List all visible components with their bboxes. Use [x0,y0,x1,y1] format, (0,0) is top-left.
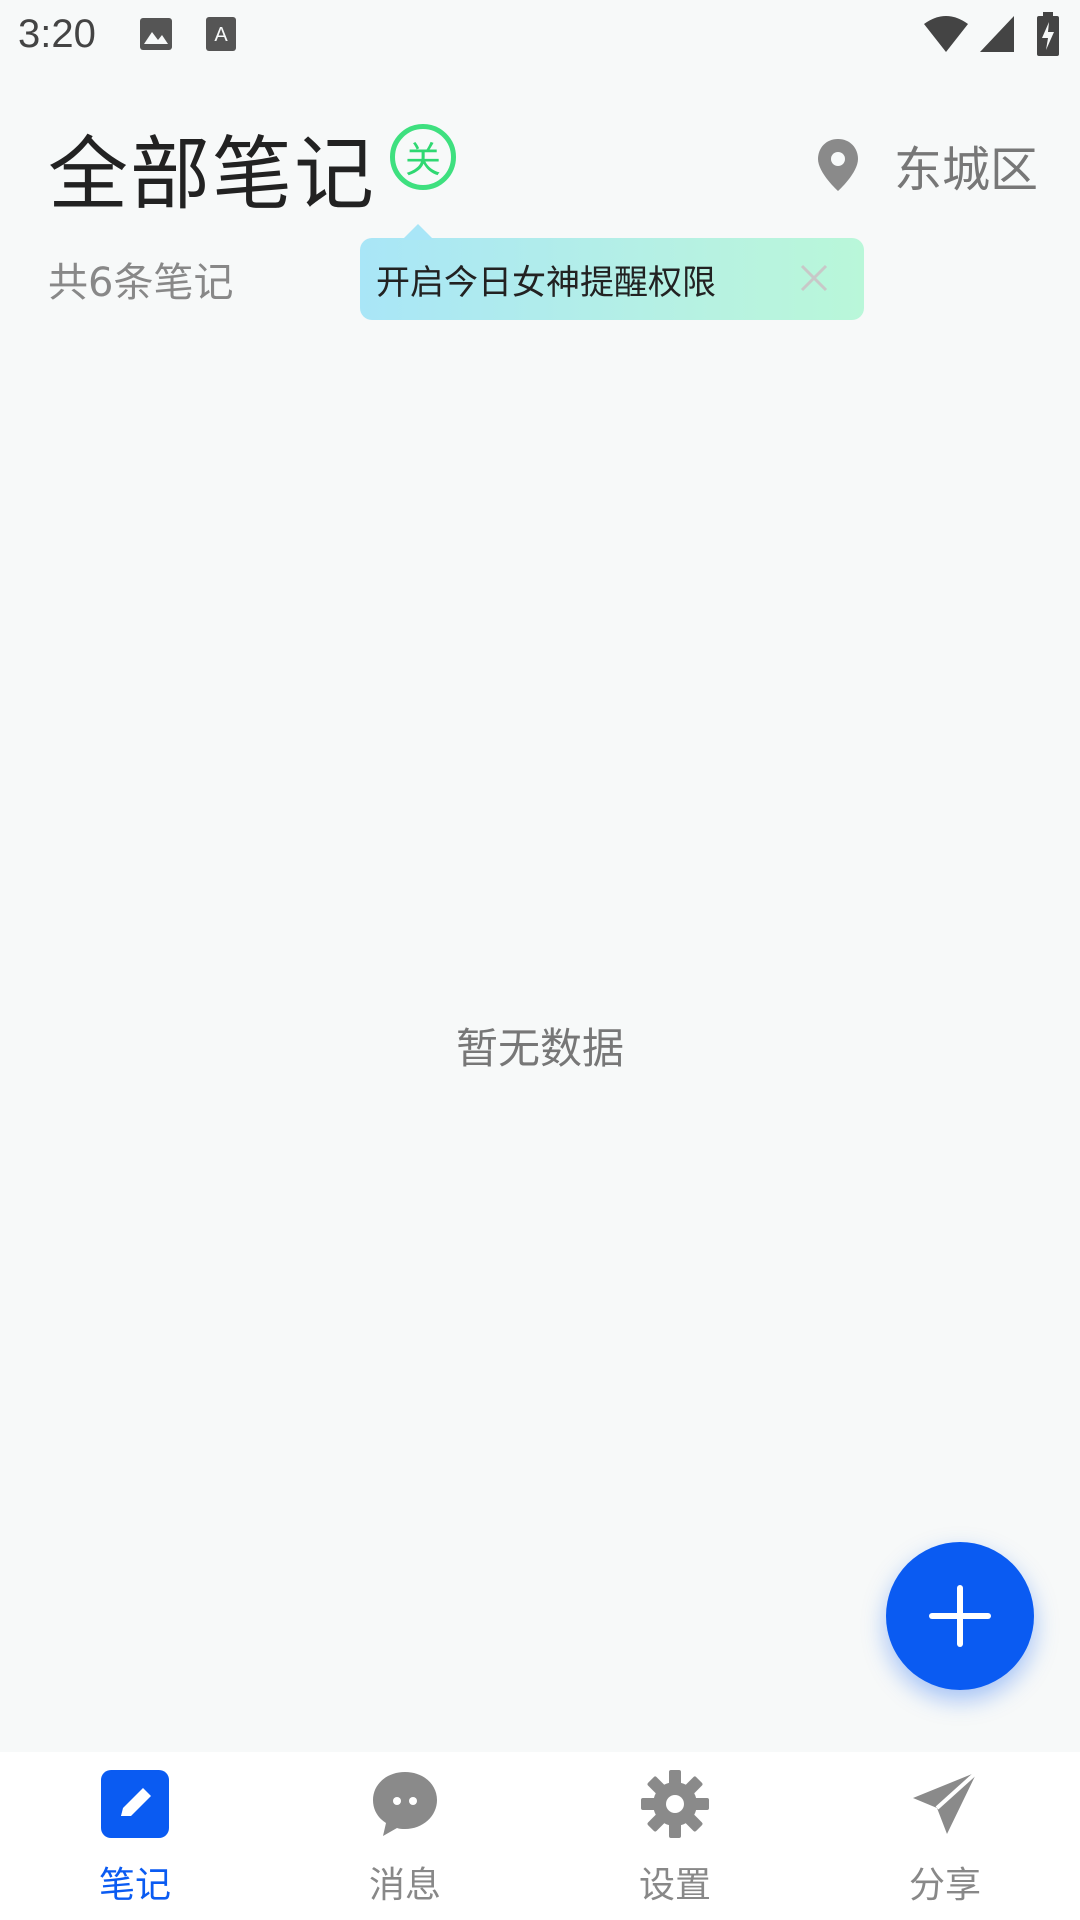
plus-icon [929,1585,991,1647]
status-bar: 3:20 A [0,0,1080,72]
tooltip-text: 开启今日女神提醒权限 [376,262,716,303]
nav-item-settings[interactable]: 设置 [540,1752,810,1920]
status-time: 3:20 [18,12,96,56]
signal-icon [980,16,1014,52]
toggle-label: 关 [404,140,441,181]
wifi-icon [924,16,968,52]
nav-label-messages: 消息 [368,1865,441,1906]
reminder-toggle-badge[interactable]: 关 [390,124,456,190]
nav-label-share: 分享 [908,1865,981,1906]
permission-tooltip[interactable]: 开启今日女神提醒权限 [360,224,864,320]
gear-icon [639,1768,711,1840]
nav-item-messages[interactable]: 消息 [270,1752,540,1920]
nav-label-notes: 笔记 [98,1865,171,1906]
image-icon [140,18,172,50]
nav-label-settings: 设置 [638,1865,711,1906]
bottom-nav: 笔记 消息 设置 分享 [0,1752,1080,1920]
page-title: 全部笔记 [48,128,376,221]
svg-text:A: A [214,24,228,46]
location-pin-icon [817,139,858,191]
close-icon[interactable] [794,258,834,298]
location-selector[interactable]: 东城区 [814,130,1038,200]
nav-item-notes[interactable]: 笔记 [0,1752,270,1920]
pencil-icon [99,1768,171,1840]
empty-state-text: 暂无数据 [455,1024,624,1073]
send-icon [909,1768,981,1840]
nav-item-share[interactable]: 分享 [810,1752,1080,1920]
note-count: 共6条笔记 [48,260,234,306]
location-text: 东城区 [893,142,1038,198]
battery-icon [1037,12,1059,56]
chat-icon [369,1768,441,1840]
add-note-button[interactable] [886,1542,1034,1690]
input-method-icon: A [206,17,236,51]
